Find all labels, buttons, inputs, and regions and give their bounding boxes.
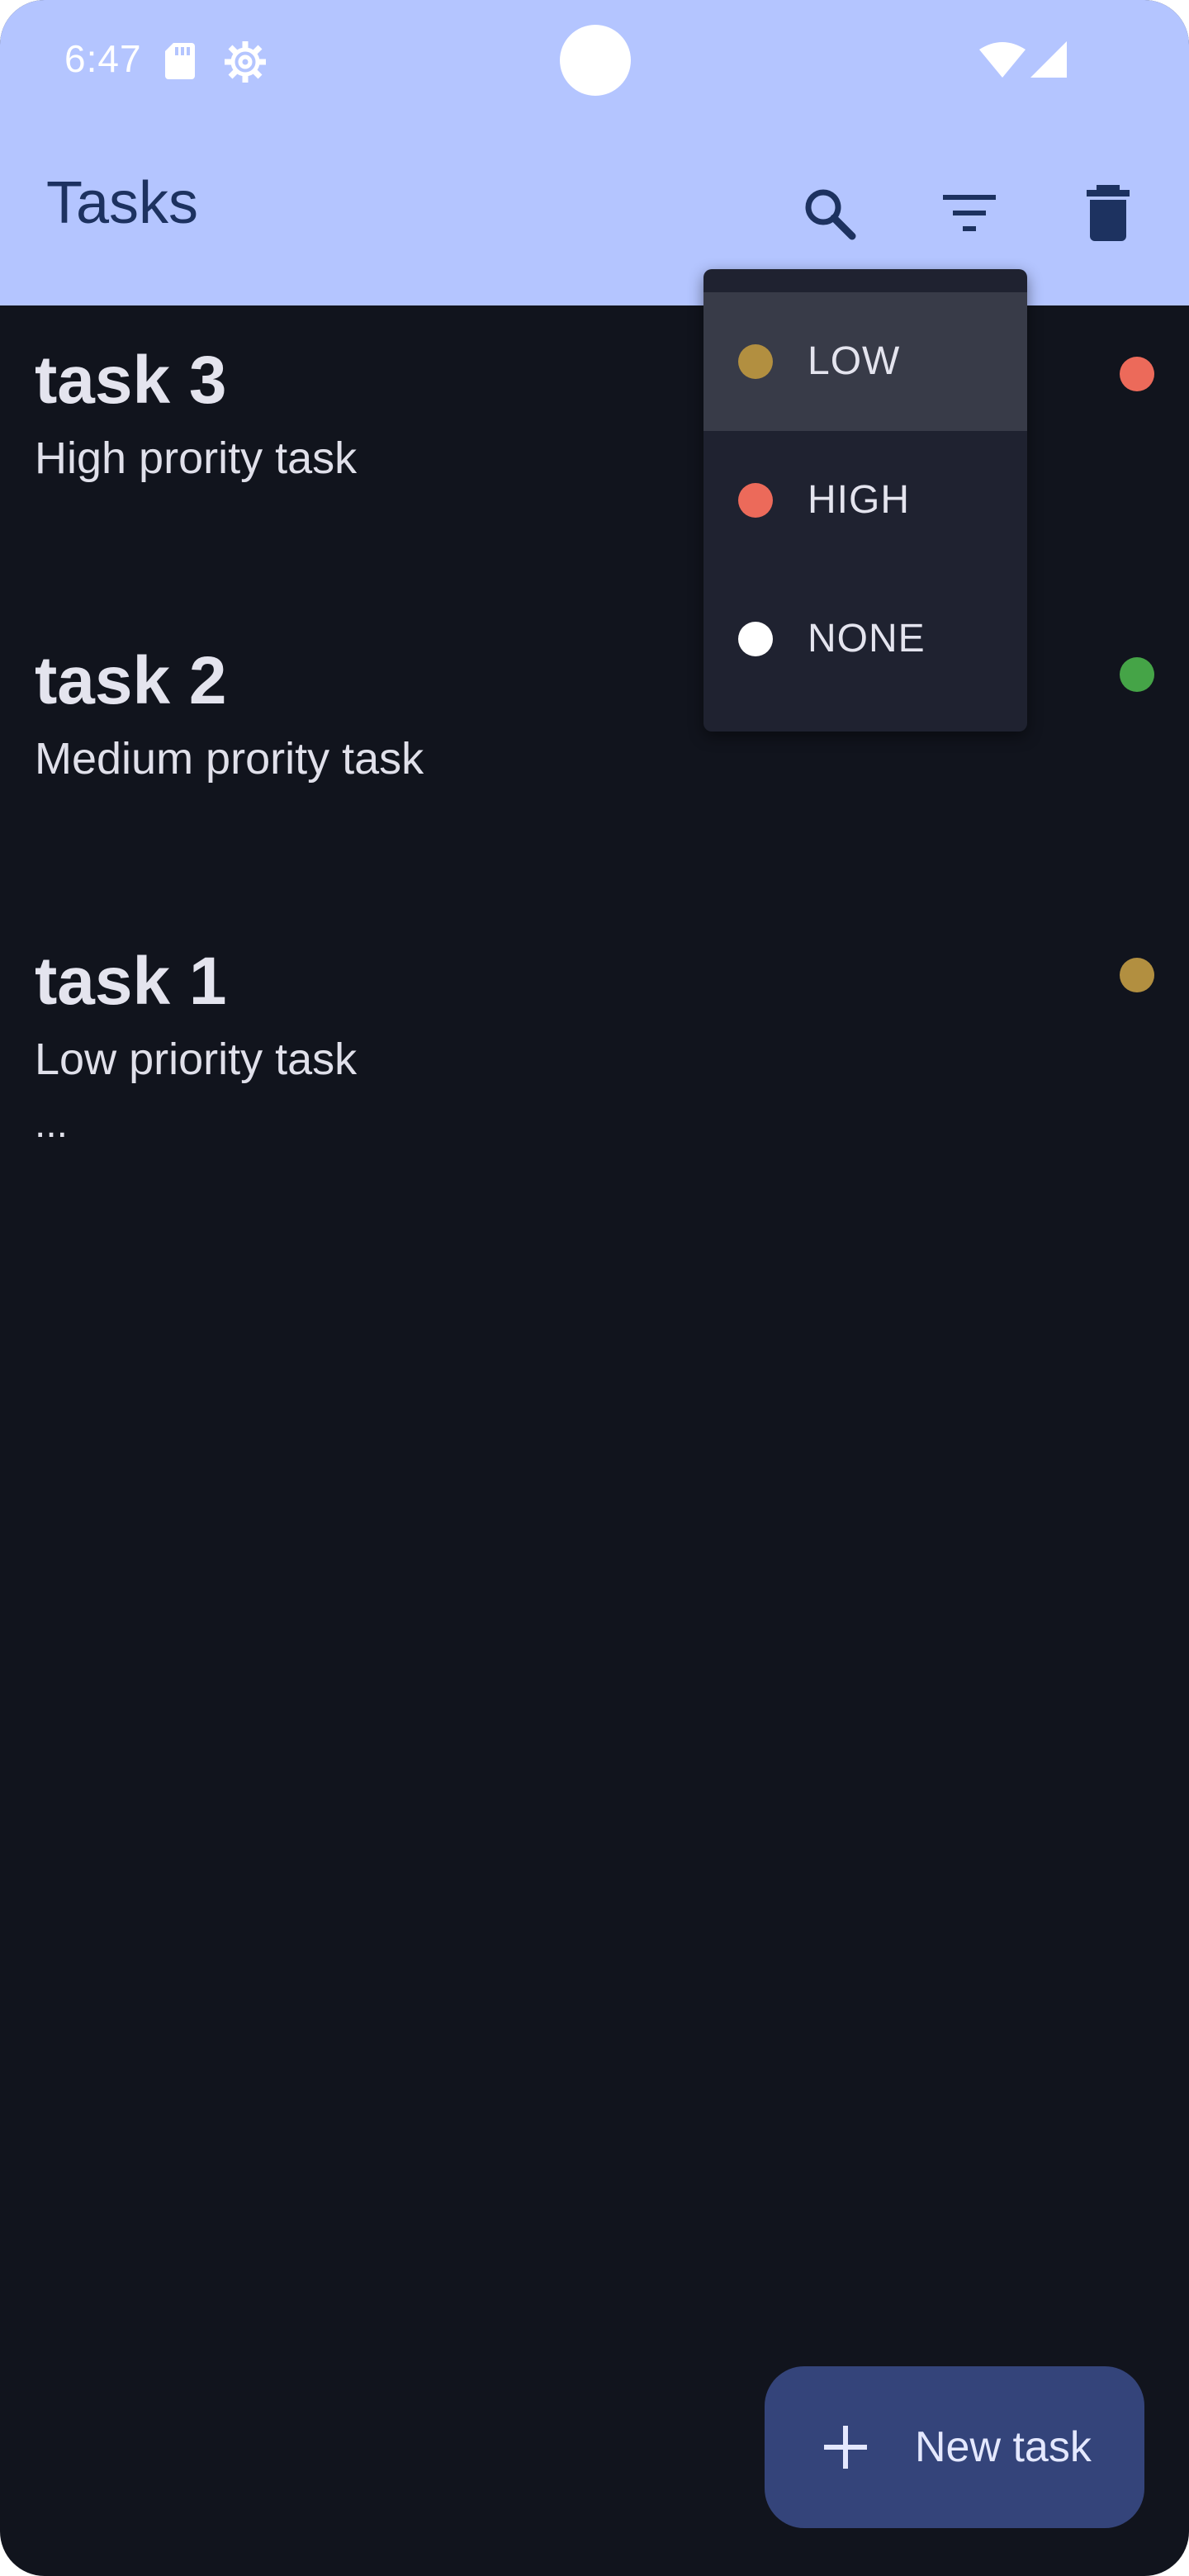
- menu-item-label: HIGH: [808, 478, 910, 522]
- task-description: High prority task: [35, 433, 358, 483]
- priority-none-dot: [738, 622, 773, 656]
- camera-cutout: [560, 25, 631, 96]
- task-title: task 1: [35, 944, 227, 1019]
- task-title: task 3: [35, 343, 227, 418]
- page-title: Tasks: [46, 170, 199, 236]
- priority-dot: [1120, 357, 1154, 391]
- task-description: Medium prority task: [35, 734, 424, 784]
- plus-icon: [824, 2426, 867, 2469]
- priority-low-dot: [738, 344, 773, 379]
- sd-card-icon: [165, 43, 195, 79]
- new-task-button[interactable]: New task: [765, 2366, 1144, 2528]
- menu-item-high[interactable]: HIGH: [703, 431, 1027, 570]
- menu-item-label: NONE: [808, 617, 926, 661]
- new-task-label: New task: [915, 2423, 1092, 2471]
- priority-filter-menu: LOW HIGH NONE: [703, 269, 1027, 732]
- filter-icon[interactable]: [940, 183, 999, 243]
- app-screen: 6:47 Tasks task 3 High prority task task…: [0, 0, 1189, 2576]
- task-more-indicator: ...: [35, 1102, 69, 1146]
- menu-item-none[interactable]: NONE: [703, 570, 1027, 708]
- task-item[interactable]: task 1 Low priority task ...: [0, 948, 1189, 1163]
- priority-high-dot: [738, 483, 773, 518]
- gear-icon: [225, 41, 266, 83]
- priority-dot: [1120, 958, 1154, 992]
- signal-icon: [1030, 41, 1067, 78]
- status-time: 6:47: [64, 37, 142, 80]
- wifi-icon: [979, 42, 1026, 78]
- top-app-bar: 6:47 Tasks: [0, 0, 1189, 305]
- menu-item-label: LOW: [808, 339, 901, 383]
- delete-icon[interactable]: [1078, 183, 1138, 243]
- task-title: task 2: [35, 643, 227, 718]
- priority-dot: [1120, 657, 1154, 692]
- search-icon[interactable]: [799, 183, 859, 243]
- task-description: Low priority task: [35, 1035, 358, 1084]
- menu-item-low[interactable]: LOW: [703, 292, 1027, 431]
